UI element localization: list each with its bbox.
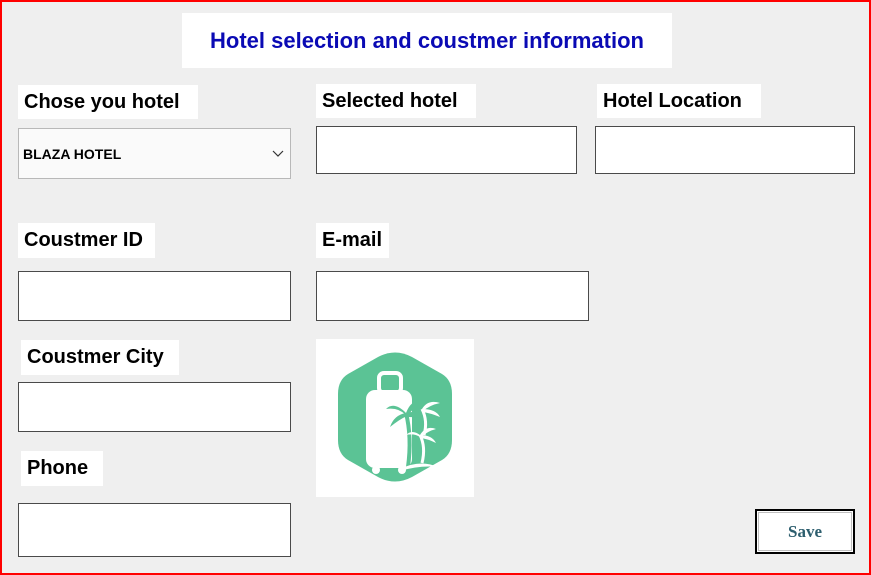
hotel-location-field[interactable] xyxy=(595,126,855,174)
hotel-location-label: Hotel Location xyxy=(597,84,761,118)
form-title: Hotel selection and coustmer information xyxy=(182,13,672,68)
save-button[interactable]: Save xyxy=(755,509,855,554)
email-label: E-mail xyxy=(316,223,389,258)
chevron-down-icon[interactable] xyxy=(271,147,285,161)
hotel-select[interactable]: BLAZA HOTEL xyxy=(18,128,291,179)
luggage-palm-tree-icon xyxy=(338,352,452,482)
travel-logo xyxy=(316,339,474,497)
customer-city-label: Coustmer City xyxy=(21,340,179,375)
hotel-select-value: BLAZA HOTEL xyxy=(23,145,122,162)
customer-city-field[interactable] xyxy=(18,382,291,432)
form-window: Hotel selection and coustmer information… xyxy=(0,0,871,575)
choose-hotel-label: Chose you hotel xyxy=(18,85,198,119)
form-title-text: Hotel selection and coustmer information xyxy=(210,27,644,53)
phone-label: Phone xyxy=(21,451,103,486)
save-button-label: Save xyxy=(758,512,852,551)
customer-id-label: Coustmer ID xyxy=(18,223,155,258)
selected-hotel-label: Selected hotel xyxy=(316,84,476,118)
customer-id-field[interactable] xyxy=(18,271,291,321)
email-field[interactable] xyxy=(316,271,589,321)
selected-hotel-field[interactable] xyxy=(316,126,577,174)
phone-field[interactable] xyxy=(18,503,291,557)
